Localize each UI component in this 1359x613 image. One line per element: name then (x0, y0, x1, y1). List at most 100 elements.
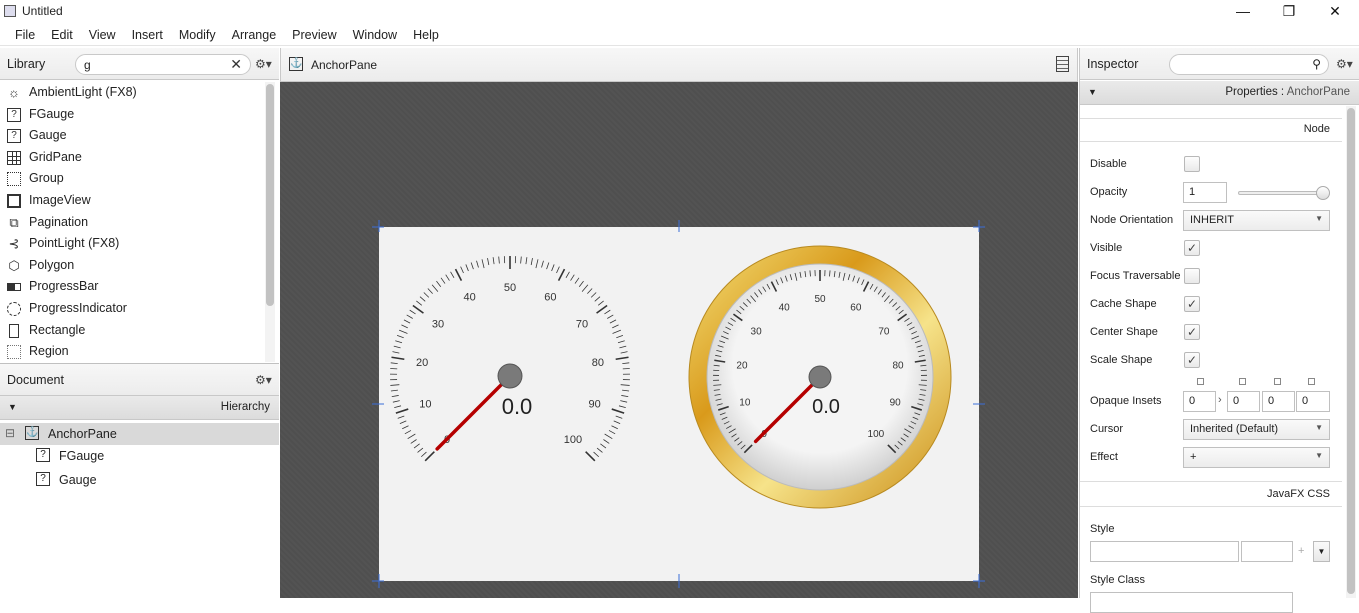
inspector-search-input[interactable]: ⚲ (1169, 54, 1329, 75)
library-item-gauge[interactable]: ?Gauge (0, 125, 279, 147)
library-item-pointlight[interactable]: ⊰PointLight (FX8) (0, 233, 279, 255)
properties-prefix: Properties : (1225, 86, 1286, 98)
library-item-pagination[interactable]: ⧉Pagination (0, 212, 279, 234)
inset-right-field[interactable]: 0 (1227, 391, 1260, 412)
opacity-field[interactable]: 1 (1183, 182, 1227, 203)
breadcrumb-anchorpane[interactable]: AnchorPane (311, 58, 377, 72)
opacity-slider-thumb[interactable] (1316, 186, 1330, 200)
maximize-button[interactable]: ❐ (1266, 0, 1312, 24)
inset-link-icon[interactable] (1239, 378, 1246, 385)
inspector-scroll-thumb[interactable] (1347, 108, 1355, 594)
gauge-tick (488, 258, 489, 265)
library-item-ambientlight[interactable]: ☼AmbientLight (FX8) (0, 82, 279, 104)
tree-item-gauge[interactable]: ? Gauge (0, 469, 279, 491)
menu-edit[interactable]: Edit (43, 24, 81, 46)
clear-search-icon[interactable]: ✕ (230, 56, 242, 73)
style-class-field[interactable] (1090, 592, 1293, 613)
chevron-right-icon[interactable]: › (1218, 394, 1222, 406)
menu-file[interactable]: File (7, 24, 43, 46)
library-item-group[interactable]: Group (0, 168, 279, 190)
library-settings-icon[interactable]: ⚙▾ (255, 57, 272, 71)
fgauge-widget[interactable]: 01020304050607080901000.0 (379, 227, 679, 581)
prop-cursor-label: Cursor (1090, 423, 1123, 435)
inset-link-icon[interactable] (1308, 378, 1315, 385)
opacity-slider-track[interactable] (1238, 191, 1324, 195)
gauge-tick (402, 426, 408, 429)
tree-item-label: AnchorPane (48, 427, 117, 441)
gauge-tick (466, 264, 469, 271)
gauge-tick-label: 30 (751, 327, 763, 338)
gauge-tick (557, 267, 560, 273)
collapse-triangle-icon: ▼ (1088, 87, 1097, 97)
library-item-fgauge[interactable]: ?FGauge (0, 104, 279, 126)
menu-view[interactable]: View (81, 24, 124, 46)
library-list: ☼AmbientLight (FX8) ?FGauge ?Gauge GridP… (0, 82, 279, 362)
gauge-tick (552, 264, 555, 271)
properties-header[interactable]: ▼ Properties : AnchorPane (1080, 81, 1359, 105)
inset-link-icon[interactable] (1197, 378, 1204, 385)
library-item-region[interactable]: Region (0, 341, 279, 363)
anchorpane-surface[interactable]: 01020304050607080901000.0 01020304050607… (379, 227, 979, 581)
library-search-input[interactable]: g ✕ (75, 54, 251, 75)
disable-checkbox[interactable] (1184, 156, 1200, 172)
visible-checkbox[interactable]: ✓ (1184, 240, 1200, 256)
tree-item-fgauge[interactable]: ? FGauge (0, 445, 279, 467)
gauge-tick (392, 352, 399, 353)
inset-left-field[interactable]: 0 (1296, 391, 1330, 412)
inspector-settings-icon[interactable]: ⚙▾ (1336, 57, 1353, 71)
gauge-tick (621, 352, 628, 353)
menu-preview[interactable]: Preview (284, 24, 344, 46)
effect-combo[interactable]: +▼ (1183, 447, 1330, 468)
gauge-tick (425, 452, 434, 461)
node-orientation-combo[interactable]: INHERIT▼ (1183, 210, 1330, 231)
library-item-gridpane[interactable]: GridPane (0, 147, 279, 169)
style-dropdown-button[interactable]: ▼ (1313, 541, 1330, 562)
menu-modify[interactable]: Modify (171, 24, 224, 46)
focus-traversable-checkbox[interactable] (1184, 268, 1200, 284)
menu-insert[interactable]: Insert (124, 24, 171, 46)
document-settings-icon[interactable]: ⚙▾ (255, 373, 272, 387)
library-item-polygon[interactable]: ⬡Polygon (0, 255, 279, 277)
style-add-button[interactable]: + (1298, 545, 1304, 557)
cursor-combo[interactable]: Inherited (Default)▼ (1183, 419, 1330, 440)
close-button[interactable]: ✕ (1312, 0, 1358, 24)
gauge-tick (418, 448, 423, 452)
inspector-panel: Inspector ⚲ ⚙▾ ▼ Properties : AnchorPane… (1079, 48, 1359, 598)
gauge-tick (566, 272, 569, 278)
inset-bottom-field[interactable]: 0 (1262, 391, 1295, 412)
style-field[interactable] (1090, 541, 1239, 562)
gauge-tick-label: 40 (779, 303, 791, 314)
gauge-tick (398, 416, 405, 418)
gauge-tick (571, 275, 575, 281)
cache-shape-checkbox[interactable]: ✓ (1184, 296, 1200, 312)
prop-focus-traversable-label: Focus Traversable (1090, 270, 1180, 282)
minimize-button[interactable]: — (1220, 0, 1266, 24)
gauge-tick (428, 289, 433, 294)
gauge-tick (408, 434, 416, 439)
group-icon (7, 172, 21, 186)
inset-link-icon[interactable] (1274, 378, 1281, 385)
inset-top-field[interactable]: 0 (1183, 391, 1216, 412)
inspector-scrollbar[interactable] (1346, 106, 1356, 598)
design-canvas[interactable]: 01020304050607080901000.0 01020304050607… (280, 82, 1078, 598)
scale-shape-checkbox[interactable]: ✓ (1184, 352, 1200, 368)
gauge-value-readout: 0.0 (502, 394, 533, 419)
library-item-rectangle[interactable]: Rectangle (0, 320, 279, 342)
polygon-icon: ⬡ (7, 259, 21, 273)
menu-help[interactable]: Help (405, 24, 447, 46)
gauge-widget[interactable]: 01020304050607080901000.0 (679, 227, 979, 581)
style-value-field[interactable] (1241, 541, 1293, 562)
library-scroll-thumb[interactable] (266, 84, 274, 306)
menu-arrange[interactable]: Arrange (224, 24, 284, 46)
collapse-icon[interactable]: ⊟ (5, 426, 15, 440)
content-breadcrumb-bar: ⚓ AnchorPane (280, 48, 1078, 82)
library-scrollbar[interactable] (265, 82, 275, 362)
hierarchy-header[interactable]: ▼ Hierarchy (0, 396, 279, 420)
tree-item-anchorpane[interactable]: ⊟ ⚓ AnchorPane (0, 423, 279, 445)
library-item-progressbar[interactable]: ProgressBar (0, 276, 279, 298)
library-item-progressindicator[interactable]: ProgressIndicator (0, 298, 279, 320)
center-shape-checkbox[interactable]: ✓ (1184, 324, 1200, 340)
menu-window[interactable]: Window (345, 24, 405, 46)
library-item-imageview[interactable]: ImageView (0, 190, 279, 212)
document-icon[interactable] (1056, 56, 1069, 72)
